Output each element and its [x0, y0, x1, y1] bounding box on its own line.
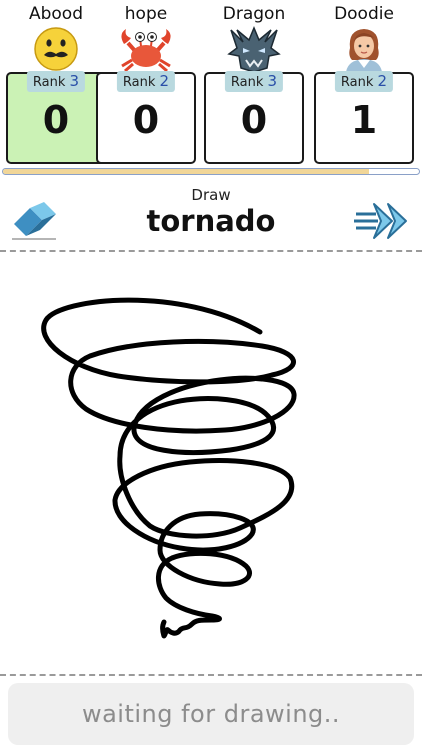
crab-icon [93, 26, 199, 72]
rank-number: 3 [267, 72, 278, 90]
score-card: Rank 3 0 [6, 71, 106, 164]
skip-button[interactable] [354, 200, 412, 242]
divider-bottom [0, 674, 422, 676]
rank-badge: Rank 3 [224, 71, 284, 92]
rank-badge: Rank 2 [116, 71, 176, 92]
drawing-canvas[interactable] [0, 252, 422, 672]
player-score: 0 [42, 98, 70, 142]
round-timer-bar [2, 168, 420, 175]
score-card: Rank 3 0 [204, 71, 304, 164]
player-slot-3[interactable]: Dragon Rank 3 0 [201, 0, 307, 170]
rank-label: Rank [230, 75, 264, 90]
round-timer-fill [3, 169, 370, 174]
score-card: Rank 2 1 [314, 71, 414, 164]
dragon-icon [201, 26, 307, 72]
fast-forward-arrows-icon [354, 203, 407, 239]
rank-number: 2 [159, 72, 170, 90]
score-card: Rank 2 0 [96, 71, 196, 164]
rank-label: Rank [340, 75, 374, 90]
rank-badge: Rank 3 [26, 71, 86, 92]
rank-label: Rank [122, 75, 156, 90]
player-name: Doodie [334, 4, 394, 24]
rank-badge: Rank 2 [334, 71, 394, 92]
status-text: waiting for drawing.. [81, 700, 341, 728]
player-score: 0 [240, 98, 268, 142]
guess-input-area[interactable]: waiting for drawing.. [8, 683, 414, 745]
player-slot-2[interactable]: hope Rank 2 0 [93, 0, 199, 170]
player-score: 0 [132, 98, 160, 142]
rank-number: 2 [377, 72, 388, 90]
rank-number: 3 [69, 72, 80, 90]
woman-icon [311, 26, 417, 72]
player-bar: Abood Rank 3 0 hope Rank 2 0 Dragon Rank… [0, 0, 422, 170]
player-score: 1 [350, 98, 378, 142]
tornado-drawing [41, 297, 297, 639]
player-name: Dragon [222, 4, 286, 24]
rank-label: Rank [32, 75, 66, 90]
player-slot-4[interactable]: Doodie Rank 2 1 [311, 0, 417, 170]
player-name: hope [124, 4, 168, 24]
